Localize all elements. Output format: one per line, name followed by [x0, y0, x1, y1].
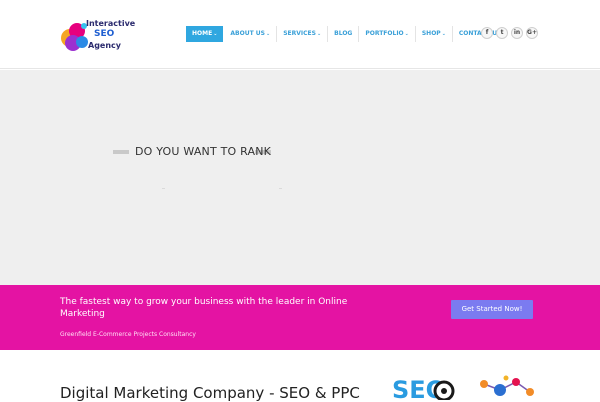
logo-line-2: SEO [94, 29, 115, 39]
nav-item-portfolio[interactable]: PORTFOLIO⌄ [359, 26, 416, 42]
linkedin-icon[interactable]: in [511, 27, 523, 39]
chevron-down-icon: ⌄ [441, 31, 446, 37]
chevron-down-icon: ⌄ [316, 31, 322, 37]
hero-dot-left [162, 188, 165, 189]
nav-label-home: HOME [192, 30, 213, 37]
chevron-down-icon: ⌄ [265, 31, 271, 37]
banner-subtitle: Greenfield E-Commerce Projects Consultan… [60, 331, 196, 338]
chevron-down-icon: ⌄ [213, 31, 218, 37]
logo-line-1: Interactive [86, 19, 136, 28]
logo-text: Interactive SEO Agency [86, 18, 135, 51]
main-nav: HOME⌄ ABOUT US⌄ SERVICES⌄ BLOG PORTFOLIO… [186, 26, 507, 42]
nav-label-portfolio: PORTFOLIO [365, 30, 404, 37]
chevron-down-icon: ⌄ [404, 31, 409, 37]
hero-slider: DO YOU WANT TO RANK [0, 70, 600, 285]
seo-eye-icon: SEO [392, 376, 455, 400]
nav-item-blog[interactable]: BLOG [328, 26, 360, 42]
nav-label-blog: BLOG [334, 30, 353, 37]
nav-item-services[interactable]: SERVICES⌄ [277, 26, 329, 42]
site-logo[interactable]: Interactive SEO Agency [60, 18, 150, 52]
google-plus-icon[interactable]: G+ [526, 27, 538, 39]
nav-item-shop[interactable]: SHOP⌄ [416, 26, 453, 42]
hero-dot-right [279, 188, 282, 189]
hero-line-left [113, 150, 129, 154]
facebook-icon[interactable]: f [481, 27, 493, 39]
site-header: Interactive SEO Agency HOME⌄ ABOUT US⌄ S… [0, 0, 600, 69]
nav-label-about-us: ABOUT US [230, 30, 265, 37]
nav-label-shop: SHOP [421, 30, 441, 37]
twitter-icon[interactable]: t [496, 27, 508, 39]
hero-title: DO YOU WANT TO RANK [135, 145, 272, 158]
nav-label-services: SERVICES [283, 30, 316, 37]
nav-item-about-us[interactable]: ABOUT US⌄ [224, 26, 278, 42]
social-links: f t in G+ [481, 27, 538, 39]
get-started-button[interactable]: Get Started Now! [451, 300, 533, 319]
nav-item-home[interactable]: HOME⌄ [186, 26, 224, 42]
banner-title: The fastest way to grow your business wi… [60, 297, 348, 319]
section-title: Digital Marketing Company - SEO & PPC [60, 384, 360, 402]
network-analytics-icon [480, 375, 534, 396]
logo-line-3: Agency [88, 41, 121, 50]
